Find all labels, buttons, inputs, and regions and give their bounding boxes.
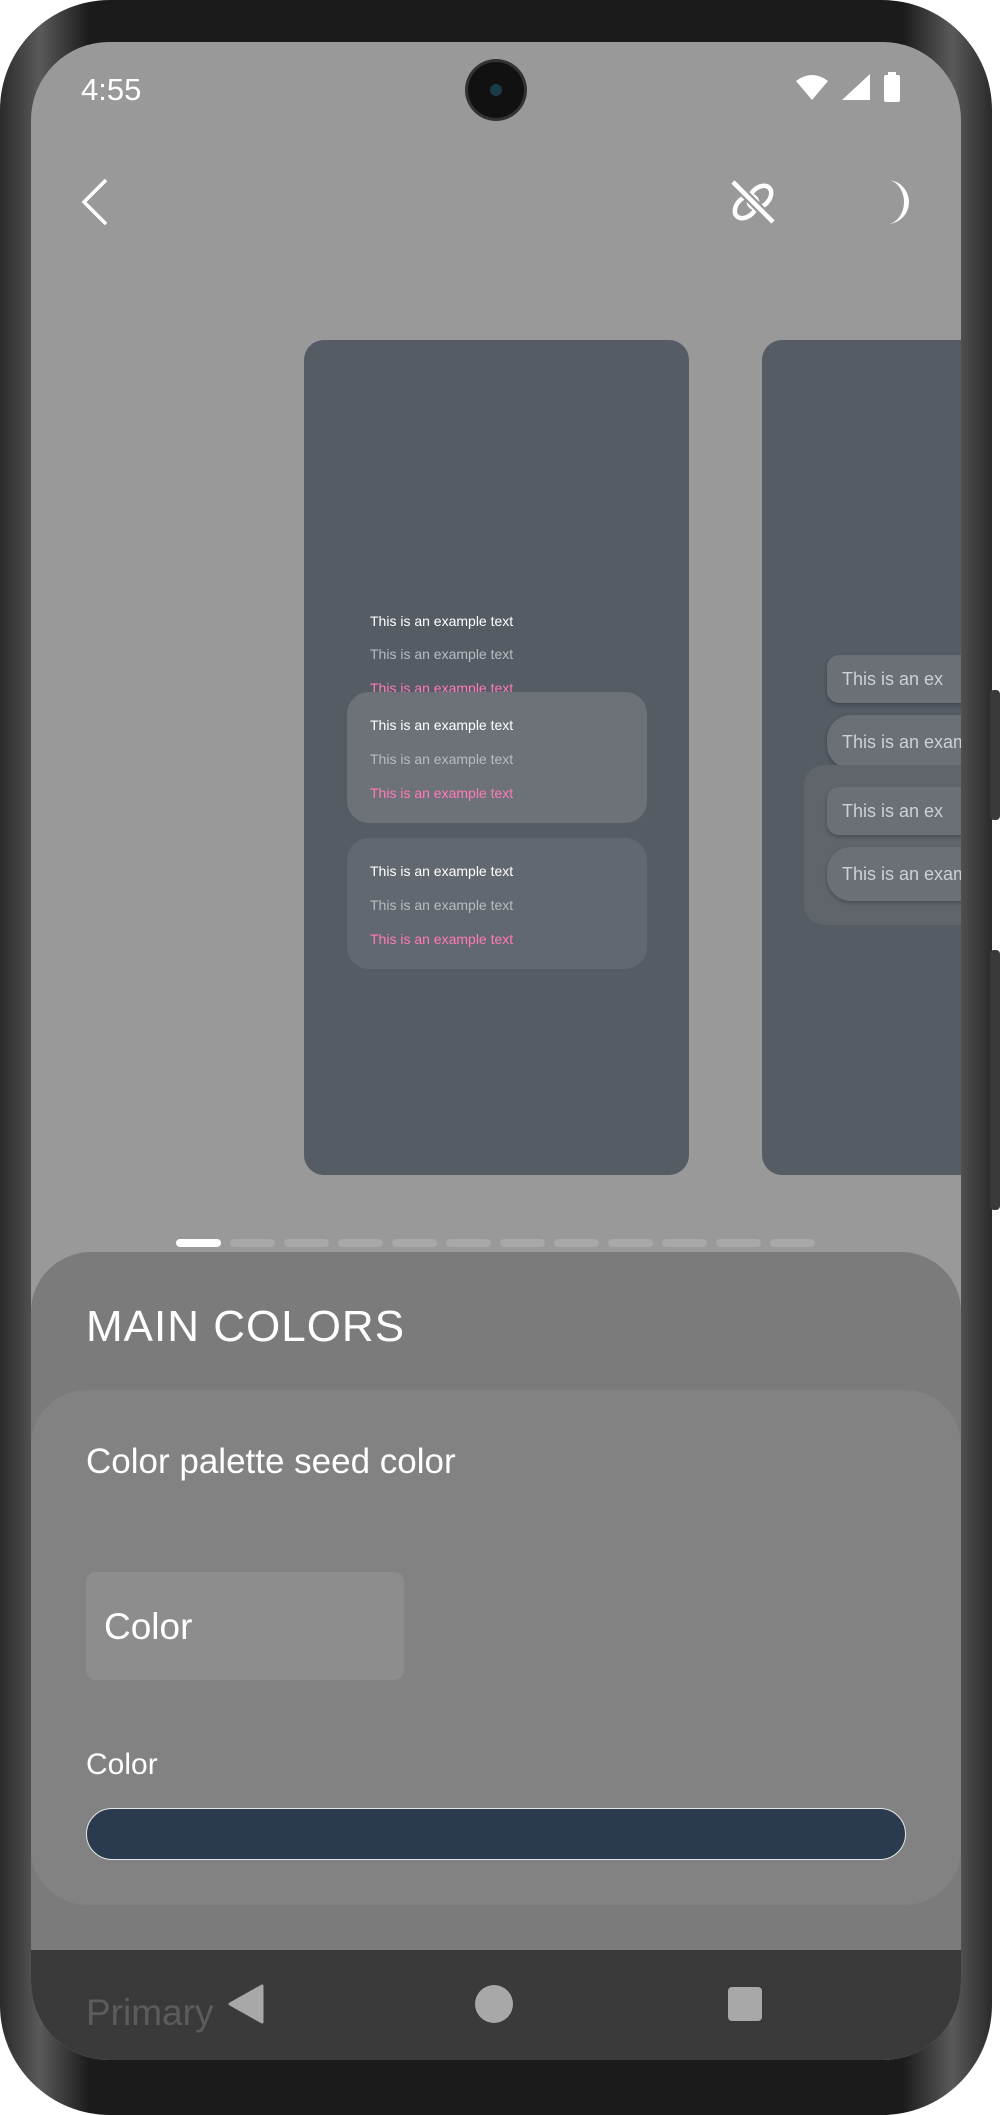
back-icon — [228, 1984, 264, 2024]
color-picker-button[interactable]: Color — [86, 1572, 404, 1680]
page-dot[interactable] — [176, 1239, 221, 1247]
example-button: This is an ex — [827, 787, 961, 835]
camera-cutout — [468, 62, 524, 118]
example-text-secondary: This is an example text — [370, 646, 514, 662]
page-dot[interactable] — [338, 1239, 383, 1247]
preview-card[interactable]: This is an ex This is an exam This is an… — [762, 340, 961, 1175]
page-dot[interactable] — [662, 1239, 707, 1247]
example-text-primary: This is an example text — [370, 613, 514, 629]
settings-sheet[interactable]: MAIN COLORS Color palette seed color Col… — [31, 1252, 961, 2060]
sheet-title: MAIN COLORS — [86, 1302, 406, 1351]
preview-card[interactable]: This is an example text This is an examp… — [304, 340, 689, 1175]
example-text-secondary: This is an example text — [370, 897, 514, 913]
seed-color-swatch[interactable] — [86, 1808, 906, 1860]
preview-surface-panel: This is an example text This is an examp… — [347, 692, 647, 823]
page-dot[interactable] — [446, 1239, 491, 1247]
example-text-accent: This is an example text — [370, 931, 514, 947]
page-dot[interactable] — [500, 1239, 545, 1247]
back-button[interactable] — [65, 172, 125, 232]
example-button: This is an ex — [827, 655, 961, 703]
example-text-accent: This is an example text — [370, 785, 514, 801]
chevron-left-icon — [81, 178, 108, 226]
seed-color-section: Color palette seed color Color Color — [31, 1390, 961, 1905]
dark-mode-button[interactable] — [867, 172, 927, 232]
section-title: Color palette seed color — [86, 1442, 456, 1481]
page-dot[interactable] — [392, 1239, 437, 1247]
example-text-primary: This is an example text — [370, 717, 514, 733]
page-dot[interactable] — [770, 1239, 815, 1247]
screen: 4:55 This is an example text This is an … — [31, 42, 961, 2060]
power-button — [990, 950, 1000, 1210]
preview-surface-panel: This is an example text This is an examp… — [347, 838, 647, 969]
home-icon[interactable] — [475, 1985, 513, 2023]
nav-back-button[interactable] — [228, 1984, 264, 2029]
example-text-secondary: This is an example text — [370, 751, 514, 767]
preview-surface-panel: This is an ex This is an exam — [804, 765, 961, 925]
link-toggle-button[interactable] — [723, 172, 783, 232]
page-dot[interactable] — [230, 1239, 275, 1247]
wifi-icon — [796, 75, 828, 100]
example-chip: This is an exam — [827, 715, 961, 769]
example-text-primary: This is an example text — [370, 863, 514, 879]
page-dot[interactable] — [284, 1239, 329, 1247]
volume-button — [990, 690, 1000, 820]
page-dot[interactable] — [554, 1239, 599, 1247]
color-label: Color — [86, 1748, 158, 1781]
primary-section-title: Primary — [86, 1992, 214, 2033]
example-chip: This is an exam — [827, 847, 961, 901]
status-time: 4:55 — [81, 72, 142, 107]
page-dot[interactable] — [716, 1239, 761, 1247]
status-icons — [795, 72, 901, 102]
battery-icon — [884, 72, 900, 102]
color-button-label: Color — [104, 1606, 193, 1647]
moon-icon — [887, 180, 909, 224]
page-indicator — [176, 1239, 815, 1247]
signal-icon — [842, 74, 870, 100]
status-bar: 4:55 — [31, 42, 961, 137]
recents-icon[interactable] — [728, 1987, 762, 2021]
page-dot[interactable] — [608, 1239, 653, 1247]
link-off-icon — [729, 178, 777, 226]
theme-preview-carousel[interactable]: This is an example text This is an examp… — [31, 340, 961, 1175]
